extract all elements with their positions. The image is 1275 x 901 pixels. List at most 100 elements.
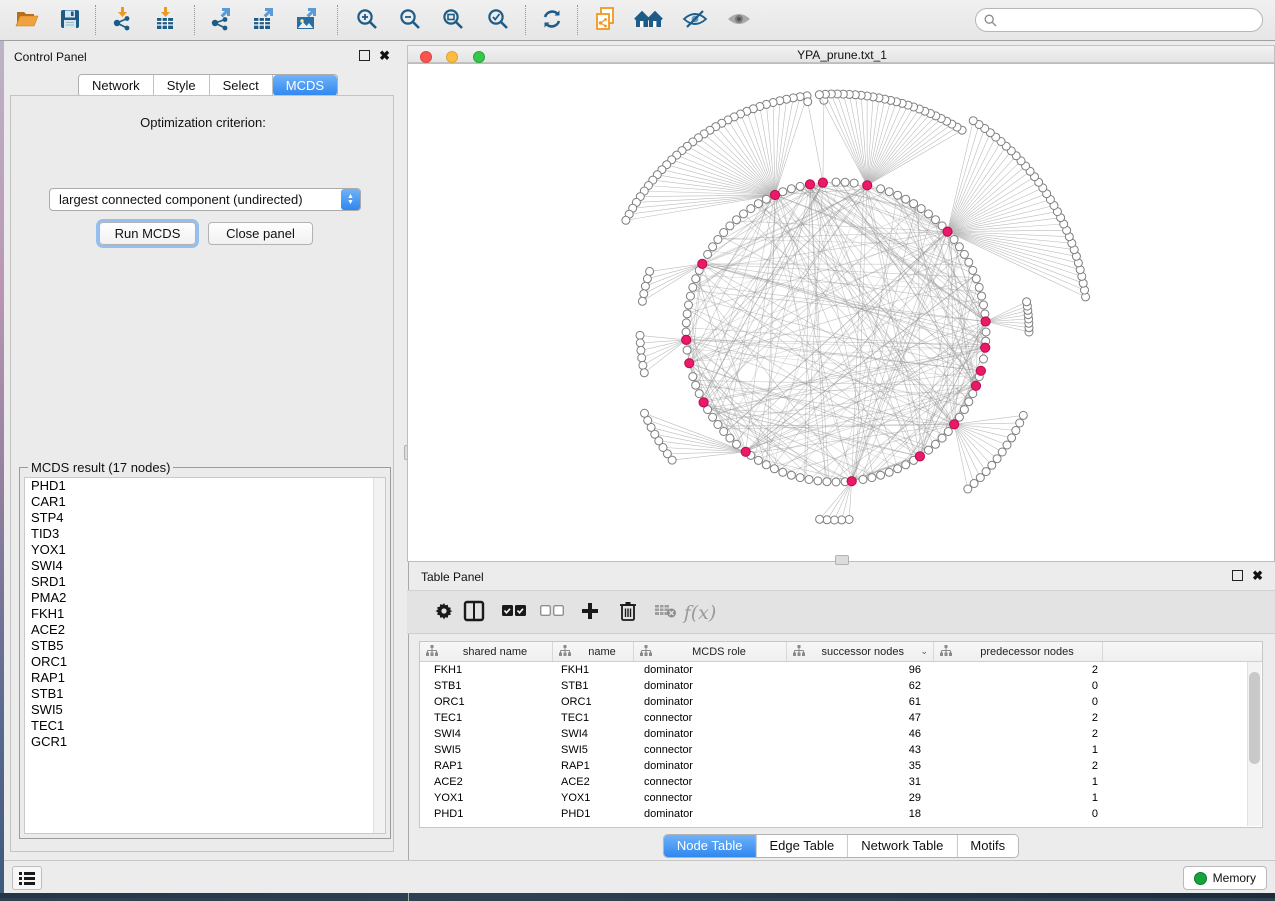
mcds-result-node[interactable]: PHD1	[25, 478, 385, 494]
mcds-result-node[interactable]: STB1	[25, 686, 385, 702]
cell-name: FKH1	[553, 662, 634, 678]
hide-selected-button[interactable]	[680, 6, 710, 36]
mcds-result-list[interactable]: PHD1CAR1STP4TID3YOX1SWI4SRD1PMA2FKH1ACE2…	[24, 477, 386, 834]
table-row[interactable]: FKH1FKH1dominator962	[420, 662, 1262, 678]
mcds-result-node[interactable]: ORC1	[25, 654, 385, 670]
mcds-result-node[interactable]: SWI4	[25, 558, 385, 574]
search-input[interactable]	[1002, 12, 1254, 28]
column-header-name[interactable]: name	[553, 642, 634, 661]
network-canvas[interactable]	[407, 63, 1275, 562]
float-table-panel-icon[interactable]	[1232, 570, 1243, 581]
zoom-out-button[interactable]	[395, 6, 425, 36]
toolbar-separator	[525, 5, 526, 35]
network-titlebar[interactable]: YPA_prune.txt_1	[407, 45, 1275, 63]
deselect-all-rows-button[interactable]	[537, 598, 567, 628]
mcds-result-node[interactable]: ACE2	[25, 622, 385, 638]
node-table[interactable]: shared namenameMCDS rolesuccessor nodes⌄…	[419, 641, 1263, 828]
refresh-layout-button[interactable]	[537, 6, 567, 36]
task-history-button[interactable]	[12, 866, 42, 890]
table-toolbar: f(x)	[407, 590, 1275, 634]
table-row[interactable]: TEC1TEC1connector472	[420, 710, 1262, 726]
mcds-result-node[interactable]: STB5	[25, 638, 385, 654]
memory-button[interactable]: Memory	[1183, 866, 1267, 890]
mcds-result-node[interactable]: CAR1	[25, 494, 385, 510]
zoom-in-button[interactable]	[352, 6, 382, 36]
column-label: shared name	[438, 646, 552, 658]
show-all-button[interactable]	[724, 6, 754, 36]
zoom-fit-button[interactable]	[438, 6, 468, 36]
mcds-result-node[interactable]: TEC1	[25, 718, 385, 734]
table-row[interactable]: RAP1RAP1dominator352	[420, 758, 1262, 774]
mcds-result-node[interactable]: GCR1	[25, 734, 385, 750]
delete-table-icon	[654, 602, 678, 625]
column-visibility-button[interactable]	[459, 598, 489, 628]
table-settings-gear-button[interactable]	[429, 598, 459, 628]
column-label: predecessor nodes	[952, 646, 1102, 658]
mcds-result-node[interactable]: SWI5	[25, 702, 385, 718]
tab-network[interactable]: Network	[79, 75, 154, 96]
tab-mcds[interactable]: MCDS	[273, 75, 337, 96]
mcds-result-node[interactable]: SRD1	[25, 574, 385, 590]
export-image-icon	[294, 6, 320, 37]
cell-predecessor-nodes: 2	[934, 758, 1103, 774]
save-session-button[interactable]	[55, 6, 85, 36]
close-table-panel-icon[interactable]: ✖	[1252, 571, 1263, 580]
memory-label: Memory	[1213, 871, 1256, 885]
tab-select[interactable]: Select	[210, 75, 273, 96]
tab-edge-table[interactable]: Edge Table	[756, 835, 848, 857]
zoom-in-icon	[355, 7, 379, 36]
import-table-icon	[153, 6, 177, 37]
cell-successor-nodes: 18	[787, 806, 934, 822]
export-table-icon	[251, 6, 277, 37]
close-panel-button[interactable]: Close panel	[208, 222, 313, 245]
mcds-result-node[interactable]: YOX1	[25, 542, 385, 558]
export-network-button[interactable]	[206, 6, 236, 36]
first-neighbors-button[interactable]	[634, 6, 664, 36]
table-row[interactable]: ORC1ORC1dominator610	[420, 694, 1262, 710]
add-column-button[interactable]	[575, 598, 605, 628]
cell-shared-name: RAP1	[420, 758, 553, 774]
search-box[interactable]	[975, 8, 1263, 32]
delete-column-button[interactable]	[613, 598, 643, 628]
criterion-select[interactable]: largest connected component (undirected)…	[49, 188, 361, 211]
table-scrollbar[interactable]	[1247, 662, 1261, 826]
zoom-selected-button[interactable]	[483, 6, 513, 36]
cell-MCDS-role: dominator	[634, 694, 787, 710]
mcds-result-node[interactable]: FKH1	[25, 606, 385, 622]
mcds-result-node[interactable]: RAP1	[25, 670, 385, 686]
tab-motifs[interactable]: Motifs	[957, 835, 1018, 857]
column-header-predecessor-nodes[interactable]: predecessor nodes	[934, 642, 1103, 661]
import-network-button[interactable]	[107, 6, 137, 36]
table-row[interactable]: YOX1YOX1connector291	[420, 790, 1262, 806]
mcds-result-node[interactable]: PMA2	[25, 590, 385, 606]
mcds-result-node[interactable]: STP4	[25, 510, 385, 526]
cell-successor-nodes: 35	[787, 758, 934, 774]
close-panel-icon[interactable]: ✖	[379, 51, 390, 60]
import-table-button[interactable]	[150, 6, 180, 36]
duplicate-network-button[interactable]	[590, 6, 620, 36]
tab-network-table[interactable]: Network Table	[848, 835, 957, 857]
column-header-successor-nodes[interactable]: successor nodes⌄	[787, 642, 934, 661]
column-header-shared-name[interactable]: shared name	[420, 642, 553, 661]
table-row[interactable]: SWI5SWI5connector431	[420, 742, 1262, 758]
cell-name: ACE2	[553, 774, 634, 790]
export-image-button[interactable]	[292, 6, 322, 36]
result-list-scrollbar[interactable]	[373, 478, 385, 833]
mcds-result-node[interactable]: TID3	[25, 526, 385, 542]
tab-node-table[interactable]: Node Table	[664, 835, 757, 857]
delete-table-button	[651, 598, 681, 628]
float-panel-icon[interactable]	[359, 50, 370, 61]
open-file-button[interactable]	[12, 6, 42, 36]
select-all-rows-button[interactable]	[499, 598, 529, 628]
table-row[interactable]: SWI4SWI4dominator462	[420, 726, 1262, 742]
column-header-MCDS-role[interactable]: MCDS role	[634, 642, 787, 661]
table-row[interactable]: STB1STB1dominator620	[420, 678, 1262, 694]
run-mcds-button[interactable]: Run MCDS	[99, 222, 196, 245]
cell-MCDS-role: connector	[634, 774, 787, 790]
export-table-button[interactable]	[249, 6, 279, 36]
table-row[interactable]: ACE2ACE2connector311	[420, 774, 1262, 790]
tab-style[interactable]: Style	[154, 75, 210, 96]
node-table-header[interactable]: shared namenameMCDS rolesuccessor nodes⌄…	[420, 642, 1262, 662]
table-scrollbar-thumb[interactable]	[1249, 672, 1260, 764]
table-row[interactable]: PHD1PHD1dominator180	[420, 806, 1262, 822]
